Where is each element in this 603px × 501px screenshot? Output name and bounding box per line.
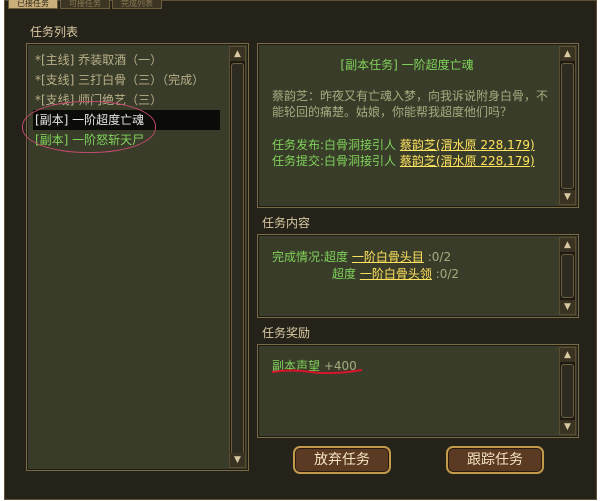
task-list-scrollbar[interactable]: ▲ ▼ [229,46,246,468]
task-submit-line: 任务提交:白骨洞接引人 蔡韵芝(渭水原 228,179) [272,152,535,169]
progress-row-1: 完成情况:超度 一阶白骨头目 :0/2 [272,248,451,265]
task-dialog-text: 蔡韵芝：昨夜又有亡魂入梦，向我诉说附身白骨，不能轮回的痛楚。姑娘，你能帮我超度他… [272,89,549,119]
submit-npc-link[interactable]: 蔡韵芝(渭水原 228,179) [400,154,535,168]
task-list-panel: *[主线] 乔装取酒（一） *[支线] 三打白骨（三）（完成） *[支线] 师门… [26,43,249,471]
detail-scrollbar[interactable]: ▲ ▼ [559,46,576,205]
task-content-title: 任务内容 [262,216,311,230]
content-scrollbar[interactable]: ▲ ▼ [559,237,576,315]
scroll-up-icon[interactable]: ▲ [560,238,575,252]
task-list: *[主线] 乔装取酒（一） *[支线] 三打白骨（三）（完成） *[支线] 师门… [33,50,220,150]
scroll-up-icon[interactable]: ▲ [230,47,245,61]
task-reward-title: 任务奖励 [262,326,311,340]
reward-item: 副本声望 [272,359,321,373]
task-item-side-1[interactable]: *[支线] 三打白骨（三）（完成） [33,70,220,90]
track-task-button[interactable]: 跟踪任务 [446,446,544,474]
tab-bar: 已接任务 可接任务 完成列表 [8,0,162,9]
task-content-panel: 完成情况:超度 一阶白骨头目 :0/2 超度 一阶白骨头领 :0/2 ▲ ▼ [257,234,579,318]
reward-scrollbar[interactable]: ▲ ▼ [559,347,576,435]
task-item-dungeon-selected[interactable]: [副本] 一阶超度亡魂 [33,110,220,130]
task-item-side-2[interactable]: *[支线] 师门绝艺（三） [33,90,220,110]
scroll-down-icon[interactable]: ▼ [560,190,575,204]
scroll-down-icon[interactable]: ▼ [560,300,575,314]
task-detail-panel: [副本任务] 一阶超度亡魂 蔡韵芝：昨夜又有亡魂入梦，向我诉说附身白骨，不能轮回… [257,43,579,208]
submit-label: 任务提交:白骨洞接引人 [272,154,397,168]
tab-completed[interactable]: 完成列表 [112,0,162,9]
progress-row-2: 超度 一阶白骨头领 :0/2 [332,265,459,282]
task-issue-line: 任务发布:白骨洞接引人 蔡韵芝(渭水原 228,179) [272,136,535,153]
task-detail-title: [副本任务] 一阶超度亡魂 [340,58,474,72]
task-list-title: 任务列表 [30,25,79,39]
task-reward-panel: 副本声望 +400 ▲ ▼ [257,344,579,438]
scroll-thumb[interactable] [561,254,574,298]
progress-count: :0/2 [427,250,452,264]
scroll-up-icon[interactable]: ▲ [560,348,575,362]
scroll-up-icon[interactable]: ▲ [560,47,575,61]
scroll-down-icon[interactable]: ▼ [230,453,245,467]
reward-line: 副本声望 +400 [272,357,357,374]
progress-label: 完成情况: [272,250,325,264]
scroll-thumb[interactable] [231,63,244,455]
task-item-dungeon-2[interactable]: [副本] 一阶怒斩天尸 [33,130,220,150]
progress-count: :0/2 [435,267,460,281]
issue-npc-link[interactable]: 蔡韵芝(渭水原 228,179) [400,138,535,152]
progress-verb: 超度 [324,250,349,264]
tab-accepted[interactable]: 已接任务 [8,0,58,9]
abandon-task-button[interactable]: 放弃任务 [293,446,391,474]
scroll-down-icon[interactable]: ▼ [560,420,575,434]
tab-available[interactable]: 可接任务 [60,0,110,9]
scroll-thumb[interactable] [561,364,574,418]
issue-label: 任务发布:白骨洞接引人 [272,138,397,152]
progress-target-link[interactable]: 一阶白骨头目 [352,250,424,264]
reward-value: +400 [323,359,357,373]
progress-target-link[interactable]: 一阶白骨头领 [360,267,432,281]
task-item-main-1[interactable]: *[主线] 乔装取酒（一） [33,50,220,70]
progress-verb: 超度 [332,267,357,281]
scroll-thumb[interactable] [561,63,574,189]
